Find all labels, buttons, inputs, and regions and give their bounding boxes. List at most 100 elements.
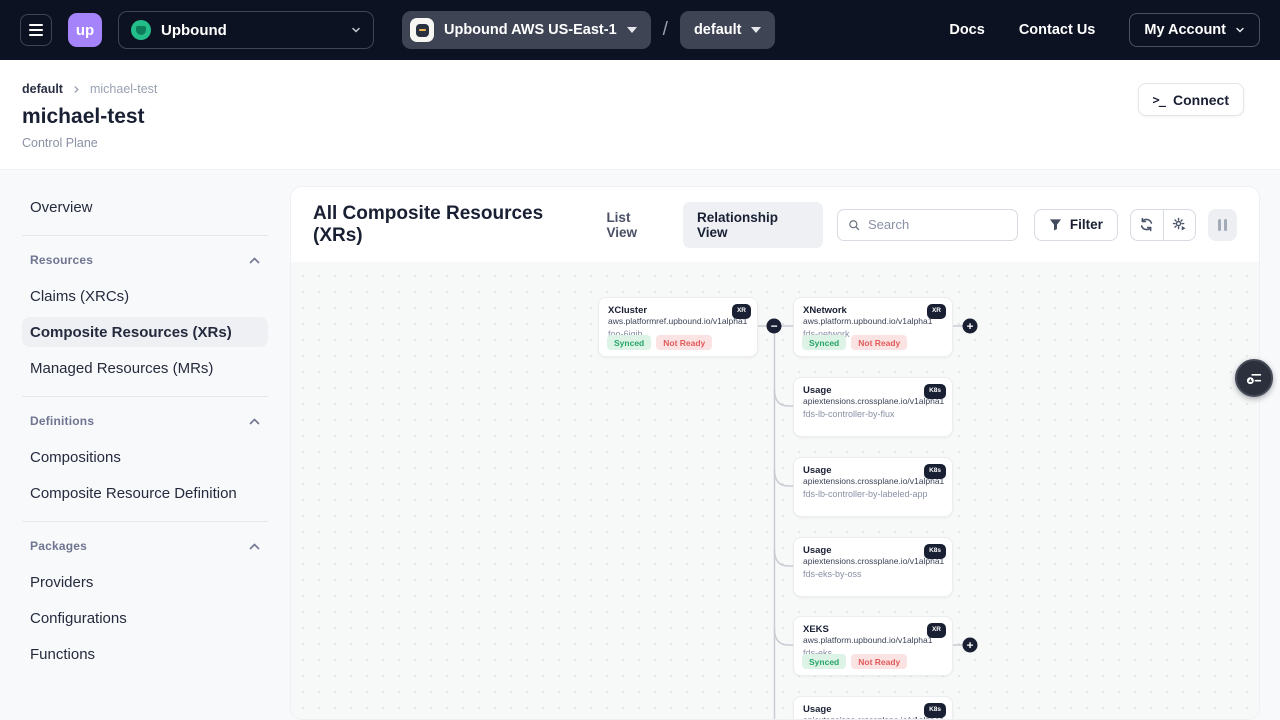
status-badge-not-ready: Not Ready <box>656 335 712 350</box>
sidebar-section-packages: Packages <box>30 535 260 557</box>
sidebar-item-managed-resources[interactable]: Managed Resources (MRs) <box>22 353 268 383</box>
auto-refresh-settings-button[interactable] <box>1163 210 1195 240</box>
node-type-badge: XR <box>732 304 751 319</box>
node-kind: XCluster <box>608 305 748 316</box>
node-kind: Usage <box>803 465 943 476</box>
org-selector-label: Upbound <box>161 22 351 39</box>
filter-button-label: Filter <box>1070 217 1103 232</box>
my-account-button[interactable]: My Account <box>1129 13 1260 47</box>
sidebar-item-providers[interactable]: Providers <box>22 567 268 597</box>
graph-node-usage-fds-lb-controller-by-labeled-app[interactable]: Usageapiextensions.crossplane.io/v1alpha… <box>793 457 953 517</box>
legend-icon <box>1244 368 1264 388</box>
org-avatar-icon <box>131 20 151 40</box>
chevron-right-icon <box>72 85 81 94</box>
node-type-badge: K8s <box>924 703 946 718</box>
caret-down-icon <box>627 27 637 33</box>
page-header: default michael-test michael-test Contro… <box>0 60 1280 170</box>
caret-down-icon <box>751 27 761 33</box>
node-kind: XEKS <box>803 624 943 635</box>
breadcrumb-parent[interactable]: default <box>22 82 63 96</box>
contact-us-link[interactable]: Contact Us <box>1019 22 1096 38</box>
node-api-version: aws.platformref.upbound.io/v1alpha1 <box>608 316 748 327</box>
sidebar-item-composite-resource-definition[interactable]: Composite Resource Definition <box>22 478 268 508</box>
page-subtitle: Control Plane <box>22 136 1244 150</box>
expand-node-button[interactable]: + <box>963 638 978 653</box>
org-selector[interactable]: Upbound <box>118 11 374 49</box>
graph-node-xnetwork-fds-network[interactable]: XNetworkaws.platform.upbound.io/v1alpha1… <box>793 297 953 357</box>
node-api-version: apiextensions.crossplane.io/v1alpha1 <box>803 715 943 720</box>
status-badge-not-ready: Not Ready <box>851 654 907 669</box>
page-title: michael-test <box>22 105 1244 129</box>
graph-node-usage[interactable]: Usageapiextensions.crossplane.io/v1alpha… <box>793 696 953 720</box>
refresh-button[interactable] <box>1131 210 1163 240</box>
graph-legend-button[interactable] <box>1235 359 1273 397</box>
graph-node-usage-fds-eks-by-oss[interactable]: Usageapiextensions.crossplane.io/v1alpha… <box>793 537 953 597</box>
graph-node-usage-fds-lb-controller-by-flux[interactable]: Usageapiextensions.crossplane.io/v1alpha… <box>793 377 953 437</box>
divider <box>22 235 268 236</box>
sidebar-item-overview[interactable]: Overview <box>22 192 268 222</box>
toolbar: All Composite Resources (XRs) List View … <box>291 187 1259 262</box>
node-status-row: SyncedNot Ready <box>802 335 907 350</box>
chevron-up-icon[interactable] <box>249 543 260 550</box>
node-kind: Usage <box>803 385 943 396</box>
collapse-node-button[interactable]: − <box>767 319 782 334</box>
node-status-row: Synced Not Ready <box>802 654 907 669</box>
sidebar-item-configurations[interactable]: Configurations <box>22 603 268 633</box>
group-selector[interactable]: default <box>680 11 776 49</box>
relationship-graph[interactable]: XClusteraws.platformref.upbound.io/v1alp… <box>291 262 1259 720</box>
status-badge-synced: Synced <box>607 335 651 350</box>
expand-node-button[interactable]: + <box>963 319 978 334</box>
node-type-badge: K8s <box>924 544 946 559</box>
node-api-version: aws.platform.upbound.io/v1alpha1 <box>803 316 943 327</box>
refresh-icon <box>1139 217 1154 232</box>
search-icon <box>848 218 860 232</box>
chevron-down-icon <box>351 25 361 35</box>
node-kind: Usage <box>803 545 943 556</box>
graph-node-xcluster-foo-6jgjb[interactable]: XClusteraws.platformref.upbound.io/v1alp… <box>598 297 758 357</box>
search-input[interactable] <box>868 217 1007 232</box>
node-type-badge: XR <box>927 304 946 319</box>
status-badge-synced: Synced <box>802 654 846 669</box>
connect-button-label: Connect <box>1173 92 1229 108</box>
sidebar-section-definitions: Definitions <box>30 410 260 432</box>
node-type-badge: K8s <box>924 384 946 399</box>
controlplane-selector[interactable]: Upbound AWS US-East-1 <box>402 11 651 49</box>
sidebar-item-compositions[interactable]: Compositions <box>22 442 268 472</box>
filter-icon <box>1049 218 1062 231</box>
divider <box>22 396 268 397</box>
menu-icon[interactable] <box>20 14 52 46</box>
chevron-up-icon[interactable] <box>249 257 260 264</box>
graph-node-xeks-fds-eks[interactable]: XEKSaws.platform.upbound.io/v1alpha1fds-… <box>793 616 953 676</box>
search-box <box>837 209 1018 241</box>
node-kind: XNetwork <box>803 305 943 316</box>
status-badge-synced: Synced <box>802 335 846 350</box>
controlplane-icon <box>410 18 434 42</box>
pause-button[interactable] <box>1208 209 1237 241</box>
breadcrumb-current: michael-test <box>90 82 157 96</box>
node-api-version: apiextensions.crossplane.io/v1alpha1 <box>803 476 943 487</box>
filter-button[interactable]: Filter <box>1034 209 1118 241</box>
connect-button[interactable]: >_ Connect <box>1138 83 1244 116</box>
panel-title: All Composite Resources (XRs) <box>313 203 592 247</box>
node-name: fds-lb-controller-by-labeled-app <box>803 489 943 499</box>
sidebar-item-functions[interactable]: Functions <box>22 639 268 669</box>
section-label: Packages <box>30 539 87 553</box>
group-selector-label: default <box>694 22 742 38</box>
section-label: Resources <box>30 253 93 267</box>
refresh-controls <box>1130 209 1196 241</box>
path-separator: / <box>663 19 668 41</box>
my-account-label: My Account <box>1144 22 1226 38</box>
docs-link[interactable]: Docs <box>949 22 984 38</box>
divider <box>22 521 268 522</box>
node-kind: Usage <box>803 704 943 715</box>
chevron-up-icon[interactable] <box>249 418 260 425</box>
node-name: fds-eks-by-oss <box>803 569 943 579</box>
tab-relationship-view[interactable]: Relationship View <box>683 202 823 248</box>
node-type-badge: K8s <box>924 464 946 479</box>
sidebar: Overview Resources Claims (XRCs) Composi… <box>0 170 290 720</box>
sidebar-item-composite-resources[interactable]: Composite Resources (XRs) <box>22 317 268 347</box>
sidebar-item-claims[interactable]: Claims (XRCs) <box>22 281 268 311</box>
upbound-logo[interactable]: up <box>68 13 102 47</box>
controlplane-selector-label: Upbound AWS US-East-1 <box>444 22 617 38</box>
tab-list-view[interactable]: List View <box>592 202 677 248</box>
